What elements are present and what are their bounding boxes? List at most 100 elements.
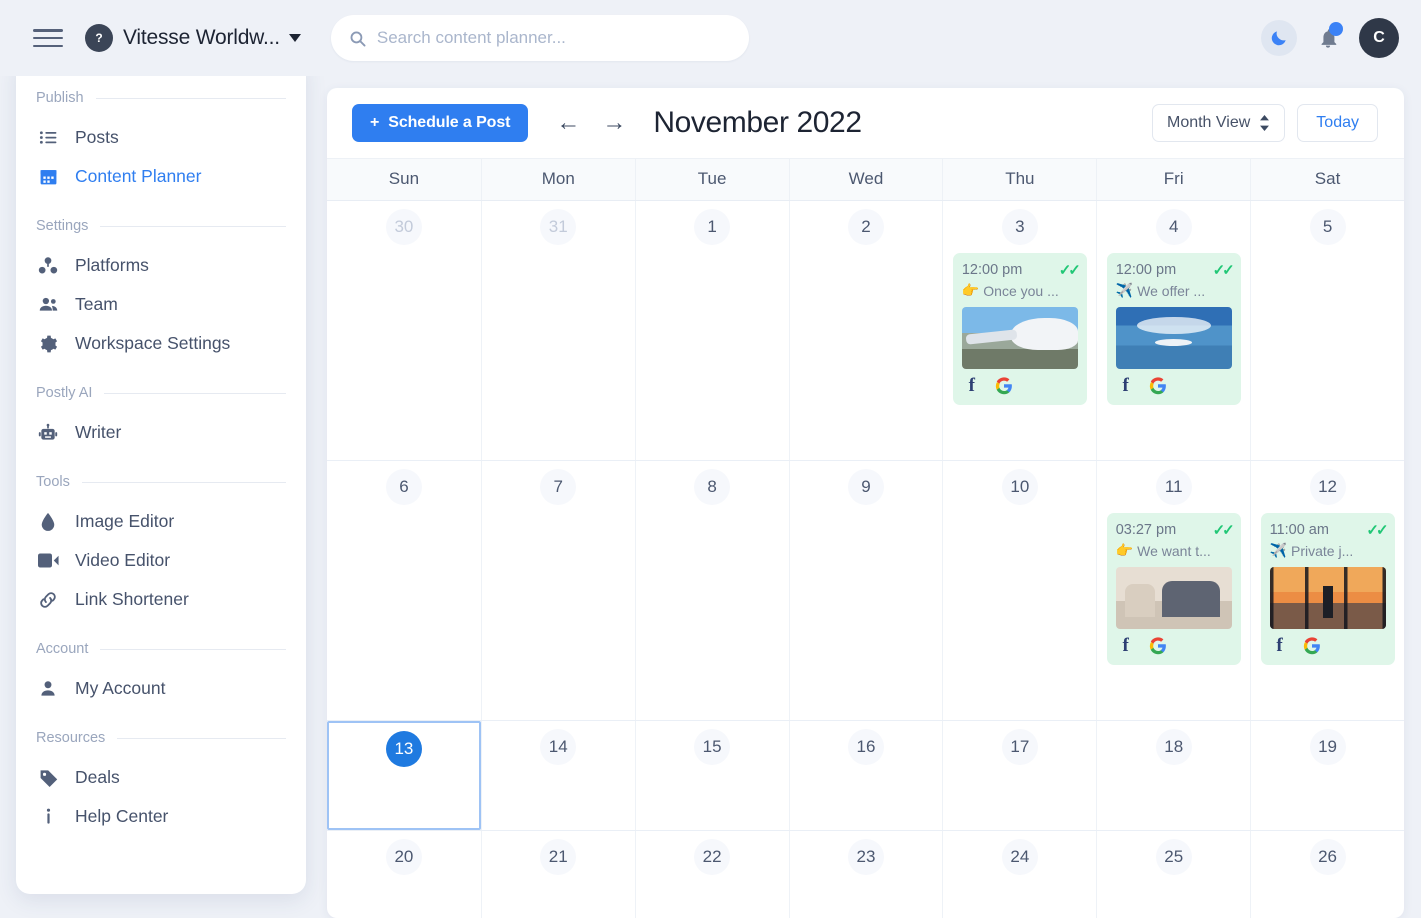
divider [81, 481, 286, 483]
calendar-day-cell[interactable]: 15 [634, 721, 789, 830]
google-icon[interactable] [1148, 636, 1168, 656]
sidebar-item-content-planner[interactable]: Content Planner [16, 157, 306, 196]
calendar-day-cell[interactable]: 26 [1250, 831, 1404, 918]
calendar-day-cell[interactable]: 9 [788, 461, 943, 720]
calendar-day-cell[interactable]: 14 [480, 721, 635, 830]
post-thumbnail[interactable] [1115, 307, 1232, 369]
user-avatar[interactable]: C [1359, 18, 1399, 58]
scheduled-post-card[interactable]: 03:27 pm ✓✓ 👉 We want t... f [1106, 513, 1241, 665]
search-input[interactable] [376, 28, 731, 48]
calendar-day-cell[interactable]: 20 [327, 831, 481, 918]
post-caption: We offer ... [1137, 282, 1206, 299]
sidebar-item-label: My Account [75, 678, 166, 698]
facebook-icon[interactable]: f [1270, 635, 1290, 656]
calendar-day-cell[interactable]: 3 12:00 pm ✓✓ 👉 Once you ... f [942, 201, 1096, 460]
scheduled-post-card[interactable]: 12:00 pm ✓✓ ✈️ We offer ... f [1106, 253, 1241, 405]
calendar-title: November 2022 [653, 106, 862, 139]
sidebar-item-help-center[interactable]: Help Center [16, 797, 306, 836]
calendar-day-cell[interactable]: 1 [634, 201, 789, 460]
workspace-switcher[interactable]: ? Vitesse Worldw... [85, 24, 301, 52]
calendar-day-cell[interactable]: 5 [1250, 201, 1404, 460]
calendar-day-cell[interactable]: 13 [327, 721, 481, 830]
facebook-icon[interactable]: f [962, 375, 982, 396]
droplet-icon [36, 512, 60, 532]
sidebar-item-writer[interactable]: Writer [16, 413, 306, 452]
double-check-icon: ✓✓ [1058, 262, 1081, 279]
calendar-day-cell[interactable]: 25 [1096, 831, 1250, 918]
divider [100, 648, 286, 650]
today-button[interactable]: Today [1297, 104, 1378, 142]
google-icon[interactable] [1302, 636, 1322, 656]
sidebar-item-workspace-settings[interactable]: Workspace Settings [16, 324, 306, 363]
calendar-day-cell[interactable]: 31 [480, 201, 635, 460]
calendar-grid: 30 31 1 2 3 12:00 pm ✓✓ 👉 Once you ... f 4 12:00 pm… [327, 201, 1404, 918]
google-icon[interactable] [994, 376, 1014, 396]
sidebar-item-my-account[interactable]: My Account [16, 669, 306, 708]
sidebar-item-platforms[interactable]: Platforms [16, 246, 306, 285]
post-header: 12:00 pm ✓✓ [962, 261, 1081, 279]
next-month-button[interactable]: → [596, 111, 632, 135]
divider [104, 392, 286, 394]
sidebar-item-deals[interactable]: Deals [16, 758, 306, 797]
hamburger-icon[interactable] [33, 27, 63, 49]
facebook-icon[interactable]: f [1116, 635, 1136, 656]
sidebar-item-posts[interactable]: Posts [16, 118, 306, 157]
calendar-day-cell[interactable]: 30 [327, 201, 481, 460]
calendar-day-cell[interactable]: 22 [634, 831, 789, 918]
calendar-day-cell[interactable]: 2 [788, 201, 943, 460]
previous-month-button[interactable]: ← [550, 111, 586, 135]
sidebar-item-team[interactable]: Team [16, 285, 306, 324]
day-number: 26 [1309, 839, 1346, 875]
google-icon[interactable] [1148, 376, 1168, 396]
sidebar-section-label: Settings [36, 218, 89, 234]
calendar-day-cell[interactable]: 18 [1096, 721, 1250, 830]
scheduled-post-card[interactable]: 12:00 pm ✓✓ 👉 Once you ... f [952, 253, 1087, 405]
calendar-day-cell[interactable]: 16 [788, 721, 943, 830]
calendar-day-cell[interactable]: 8 [634, 461, 789, 720]
people-icon [36, 294, 60, 315]
calendar-day-cell[interactable]: 12 11:00 am ✓✓ ✈️ Private j... f [1250, 461, 1404, 720]
day-number: 15 [694, 729, 731, 765]
post-header: 12:00 pm ✓✓ [1116, 261, 1235, 279]
view-select[interactable]: Month View [1151, 104, 1286, 142]
day-number: 4 [1155, 209, 1192, 245]
post-thumbnail[interactable] [961, 307, 1078, 369]
calendar-toolbar: + Schedule a Post ← → November 2022 Mont… [327, 88, 1404, 158]
calendar-icon [36, 167, 60, 186]
calendar-day-cell[interactable]: 7 [480, 461, 635, 720]
day-of-week-header: Sun Mon Tue Wed Thu Fri Sat [327, 158, 1404, 201]
post-thumbnail[interactable] [1115, 567, 1232, 629]
day-number: 31 [540, 209, 577, 245]
post-caption: Once you ... [983, 282, 1059, 299]
day-number: 23 [847, 839, 884, 875]
divider [100, 225, 286, 227]
post-emoji-icon: ✈️ [1115, 282, 1134, 298]
notifications-button[interactable] [1313, 22, 1343, 54]
sidebar-item-image-editor[interactable]: Image Editor [16, 502, 306, 541]
sidebar-section-label: Publish [36, 90, 84, 106]
post-header: 03:27 pm ✓✓ [1116, 521, 1235, 539]
sidebar-item-link-shortener[interactable]: Link Shortener [16, 580, 306, 619]
calendar-day-cell[interactable]: 17 [942, 721, 1096, 830]
schedule-post-button[interactable]: + Schedule a Post [352, 104, 529, 142]
top-bar-actions: C [1261, 18, 1399, 58]
calendar-day-cell[interactable]: 11 03:27 pm ✓✓ 👉 We want t... f [1096, 461, 1250, 720]
chevron-down-icon [288, 34, 301, 42]
scheduled-post-card[interactable]: 11:00 am ✓✓ ✈️ Private j... f [1260, 513, 1395, 665]
post-caption: Private j... [1291, 542, 1354, 559]
calendar-day-cell[interactable]: 6 [327, 461, 481, 720]
day-number: 16 [847, 729, 884, 765]
calendar-day-cell[interactable]: 19 [1250, 721, 1404, 830]
sidebar-section-label: Tools [36, 474, 70, 490]
calendar-day-cell[interactable]: 24 [942, 831, 1096, 918]
calendar-day-cell[interactable]: 4 12:00 pm ✓✓ ✈️ We offer ... f [1096, 201, 1250, 460]
calendar-day-cell[interactable]: 23 [788, 831, 943, 918]
post-thumbnail[interactable] [1269, 567, 1386, 629]
sidebar-item-video-editor[interactable]: Video Editor [16, 541, 306, 580]
calendar-day-cell[interactable]: 10 [942, 461, 1096, 720]
theme-toggle-button[interactable] [1261, 20, 1297, 56]
calendar-day-cell[interactable]: 21 [480, 831, 635, 918]
sidebar-item-label: Platforms [75, 255, 149, 275]
search-box[interactable] [330, 15, 749, 61]
facebook-icon[interactable]: f [1116, 375, 1136, 396]
